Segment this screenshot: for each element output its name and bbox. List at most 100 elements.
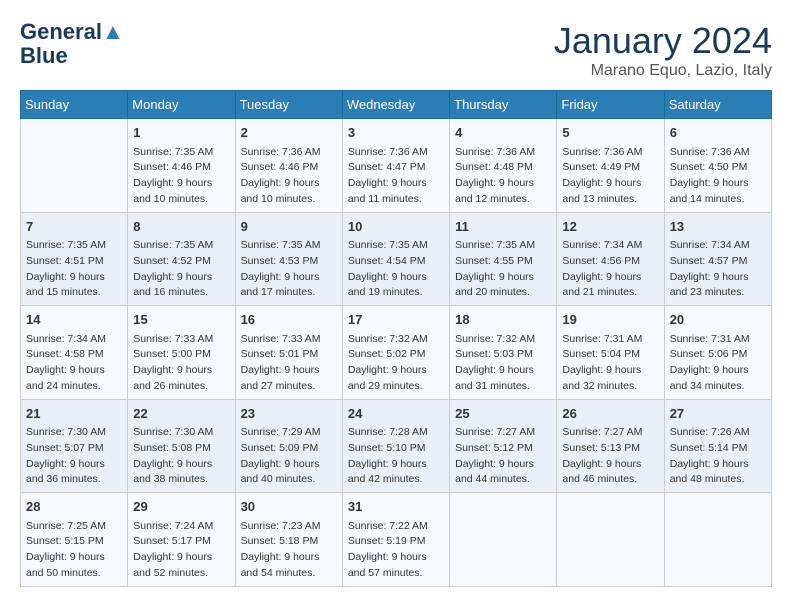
- calendar-row: 28Sunrise: 7:25 AM Sunset: 5:15 PM Dayli…: [21, 493, 772, 587]
- calendar-table: SundayMondayTuesdayWednesdayThursdayFrid…: [20, 90, 772, 587]
- calendar-row: 7Sunrise: 7:35 AM Sunset: 4:51 PM Daylig…: [21, 212, 772, 306]
- weekday-header: Monday: [128, 91, 235, 119]
- logo-text: General▲Blue: [20, 20, 124, 68]
- calendar-cell: 15Sunrise: 7:33 AM Sunset: 5:00 PM Dayli…: [128, 306, 235, 400]
- cell-content: Sunrise: 7:30 AM Sunset: 5:08 PM Dayligh…: [133, 425, 229, 488]
- day-number: 1: [133, 123, 229, 143]
- day-number: 11: [455, 217, 551, 237]
- calendar-cell: 1Sunrise: 7:35 AM Sunset: 4:46 PM Daylig…: [128, 119, 235, 213]
- calendar-cell: 27Sunrise: 7:26 AM Sunset: 5:14 PM Dayli…: [664, 399, 771, 493]
- cell-content: Sunrise: 7:36 AM Sunset: 4:46 PM Dayligh…: [241, 145, 337, 208]
- calendar-cell: 6Sunrise: 7:36 AM Sunset: 4:50 PM Daylig…: [664, 119, 771, 213]
- cell-content: Sunrise: 7:31 AM Sunset: 5:06 PM Dayligh…: [670, 332, 766, 395]
- calendar-cell: 11Sunrise: 7:35 AM Sunset: 4:55 PM Dayli…: [450, 212, 557, 306]
- calendar-cell: 16Sunrise: 7:33 AM Sunset: 5:01 PM Dayli…: [235, 306, 342, 400]
- day-number: 19: [562, 310, 658, 330]
- calendar-cell: 30Sunrise: 7:23 AM Sunset: 5:18 PM Dayli…: [235, 493, 342, 587]
- calendar-row: 1Sunrise: 7:35 AM Sunset: 4:46 PM Daylig…: [21, 119, 772, 213]
- day-number: 2: [241, 123, 337, 143]
- calendar-cell: 23Sunrise: 7:29 AM Sunset: 5:09 PM Dayli…: [235, 399, 342, 493]
- day-number: 16: [241, 310, 337, 330]
- cell-content: Sunrise: 7:28 AM Sunset: 5:10 PM Dayligh…: [348, 425, 444, 488]
- calendar-cell: [21, 119, 128, 213]
- calendar-cell: 25Sunrise: 7:27 AM Sunset: 5:12 PM Dayli…: [450, 399, 557, 493]
- weekday-header: Tuesday: [235, 91, 342, 119]
- day-number: 23: [241, 404, 337, 424]
- day-number: 10: [348, 217, 444, 237]
- calendar-cell: 22Sunrise: 7:30 AM Sunset: 5:08 PM Dayli…: [128, 399, 235, 493]
- calendar-cell: 17Sunrise: 7:32 AM Sunset: 5:02 PM Dayli…: [342, 306, 449, 400]
- day-number: 26: [562, 404, 658, 424]
- cell-content: Sunrise: 7:31 AM Sunset: 5:04 PM Dayligh…: [562, 332, 658, 395]
- cell-content: Sunrise: 7:33 AM Sunset: 5:00 PM Dayligh…: [133, 332, 229, 395]
- cell-content: Sunrise: 7:36 AM Sunset: 4:48 PM Dayligh…: [455, 145, 551, 208]
- cell-content: Sunrise: 7:24 AM Sunset: 5:17 PM Dayligh…: [133, 519, 229, 582]
- cell-content: Sunrise: 7:35 AM Sunset: 4:55 PM Dayligh…: [455, 238, 551, 301]
- calendar-cell: 3Sunrise: 7:36 AM Sunset: 4:47 PM Daylig…: [342, 119, 449, 213]
- cell-content: Sunrise: 7:30 AM Sunset: 5:07 PM Dayligh…: [26, 425, 122, 488]
- calendar-cell: 28Sunrise: 7:25 AM Sunset: 5:15 PM Dayli…: [21, 493, 128, 587]
- weekday-header: Sunday: [21, 91, 128, 119]
- day-number: 6: [670, 123, 766, 143]
- weekday-header: Friday: [557, 91, 664, 119]
- day-number: 28: [26, 497, 122, 517]
- calendar-cell: [450, 493, 557, 587]
- cell-content: Sunrise: 7:23 AM Sunset: 5:18 PM Dayligh…: [241, 519, 337, 582]
- header-row: SundayMondayTuesdayWednesdayThursdayFrid…: [21, 91, 772, 119]
- day-number: 4: [455, 123, 551, 143]
- day-number: 14: [26, 310, 122, 330]
- cell-content: Sunrise: 7:35 AM Sunset: 4:52 PM Dayligh…: [133, 238, 229, 301]
- day-number: 13: [670, 217, 766, 237]
- calendar-cell: 14Sunrise: 7:34 AM Sunset: 4:58 PM Dayli…: [21, 306, 128, 400]
- day-number: 27: [670, 404, 766, 424]
- day-number: 20: [670, 310, 766, 330]
- calendar-cell: 10Sunrise: 7:35 AM Sunset: 4:54 PM Dayli…: [342, 212, 449, 306]
- calendar-cell: 21Sunrise: 7:30 AM Sunset: 5:07 PM Dayli…: [21, 399, 128, 493]
- day-number: 17: [348, 310, 444, 330]
- cell-content: Sunrise: 7:22 AM Sunset: 5:19 PM Dayligh…: [348, 519, 444, 582]
- cell-content: Sunrise: 7:36 AM Sunset: 4:50 PM Dayligh…: [670, 145, 766, 208]
- cell-content: Sunrise: 7:27 AM Sunset: 5:12 PM Dayligh…: [455, 425, 551, 488]
- calendar-cell: 31Sunrise: 7:22 AM Sunset: 5:19 PM Dayli…: [342, 493, 449, 587]
- calendar-cell: 4Sunrise: 7:36 AM Sunset: 4:48 PM Daylig…: [450, 119, 557, 213]
- calendar-cell: 13Sunrise: 7:34 AM Sunset: 4:57 PM Dayli…: [664, 212, 771, 306]
- day-number: 18: [455, 310, 551, 330]
- calendar-cell: 5Sunrise: 7:36 AM Sunset: 4:49 PM Daylig…: [557, 119, 664, 213]
- calendar-cell: [664, 493, 771, 587]
- cell-content: Sunrise: 7:36 AM Sunset: 4:49 PM Dayligh…: [562, 145, 658, 208]
- calendar-row: 21Sunrise: 7:30 AM Sunset: 5:07 PM Dayli…: [21, 399, 772, 493]
- day-number: 5: [562, 123, 658, 143]
- cell-content: Sunrise: 7:34 AM Sunset: 4:58 PM Dayligh…: [26, 332, 122, 395]
- day-number: 24: [348, 404, 444, 424]
- cell-content: Sunrise: 7:26 AM Sunset: 5:14 PM Dayligh…: [670, 425, 766, 488]
- calendar-cell: 12Sunrise: 7:34 AM Sunset: 4:56 PM Dayli…: [557, 212, 664, 306]
- logo: General▲Blue: [20, 20, 124, 68]
- weekday-header: Saturday: [664, 91, 771, 119]
- day-number: 9: [241, 217, 337, 237]
- calendar-cell: 24Sunrise: 7:28 AM Sunset: 5:10 PM Dayli…: [342, 399, 449, 493]
- cell-content: Sunrise: 7:33 AM Sunset: 5:01 PM Dayligh…: [241, 332, 337, 395]
- cell-content: Sunrise: 7:29 AM Sunset: 5:09 PM Dayligh…: [241, 425, 337, 488]
- calendar-cell: 20Sunrise: 7:31 AM Sunset: 5:06 PM Dayli…: [664, 306, 771, 400]
- day-number: 15: [133, 310, 229, 330]
- cell-content: Sunrise: 7:34 AM Sunset: 4:57 PM Dayligh…: [670, 238, 766, 301]
- month-title: January 2024: [554, 20, 772, 62]
- calendar-cell: [557, 493, 664, 587]
- title-block: January 2024 Marano Equo, Lazio, Italy: [554, 20, 772, 80]
- location: Marano Equo, Lazio, Italy: [554, 62, 772, 80]
- day-number: 8: [133, 217, 229, 237]
- cell-content: Sunrise: 7:27 AM Sunset: 5:13 PM Dayligh…: [562, 425, 658, 488]
- calendar-cell: 29Sunrise: 7:24 AM Sunset: 5:17 PM Dayli…: [128, 493, 235, 587]
- cell-content: Sunrise: 7:36 AM Sunset: 4:47 PM Dayligh…: [348, 145, 444, 208]
- page-header: General▲Blue January 2024 Marano Equo, L…: [20, 20, 772, 80]
- day-number: 29: [133, 497, 229, 517]
- weekday-header: Wednesday: [342, 91, 449, 119]
- calendar-cell: 9Sunrise: 7:35 AM Sunset: 4:53 PM Daylig…: [235, 212, 342, 306]
- cell-content: Sunrise: 7:35 AM Sunset: 4:54 PM Dayligh…: [348, 238, 444, 301]
- day-number: 7: [26, 217, 122, 237]
- day-number: 12: [562, 217, 658, 237]
- day-number: 21: [26, 404, 122, 424]
- cell-content: Sunrise: 7:25 AM Sunset: 5:15 PM Dayligh…: [26, 519, 122, 582]
- calendar-cell: 26Sunrise: 7:27 AM Sunset: 5:13 PM Dayli…: [557, 399, 664, 493]
- day-number: 30: [241, 497, 337, 517]
